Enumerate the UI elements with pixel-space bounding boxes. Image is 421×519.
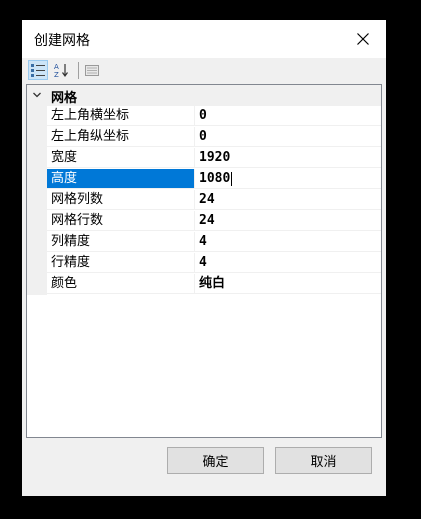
alphabetical-sort-button[interactable]: A Z (51, 60, 71, 80)
category-row[interactable]: 网格 (27, 85, 381, 106)
close-button[interactable] (340, 20, 386, 58)
property-name[interactable]: 颜色 (47, 274, 195, 294)
categorized-view-icon (31, 64, 45, 77)
row-gutter (27, 211, 47, 232)
property-row[interactable]: 左上角纵坐标 0 (27, 127, 381, 148)
category-label: 网格 (51, 91, 78, 106)
property-pages-icon (85, 65, 99, 76)
property-value-editor[interactable]: 1080 (195, 169, 381, 189)
property-value[interactable]: 0 (195, 127, 381, 147)
create-grid-dialog: 创建网格 A Z 网格 左上角横坐标 0 左上角纵坐标 0 宽度 1920 高度… (22, 20, 386, 496)
title-bar: 创建网格 (22, 20, 386, 58)
property-value[interactable]: 1920 (195, 148, 381, 168)
chevron-down-icon[interactable] (32, 90, 42, 100)
property-name[interactable]: 左上角横坐标 (47, 106, 195, 126)
svg-text:Z: Z (54, 71, 59, 78)
row-gutter (27, 169, 47, 190)
row-gutter (27, 232, 47, 253)
property-row[interactable]: 宽度 1920 (27, 148, 381, 169)
property-name[interactable]: 行精度 (47, 253, 195, 273)
svg-text:A: A (54, 63, 59, 71)
window-title: 创建网格 (34, 33, 90, 49)
property-row-selected[interactable]: 高度 1080 (27, 169, 381, 190)
close-icon (357, 33, 369, 45)
text-caret (231, 171, 233, 186)
property-row[interactable]: 列精度 4 (27, 232, 381, 253)
cancel-button[interactable]: 取消 (275, 447, 372, 474)
ok-button[interactable]: 确定 (167, 447, 264, 474)
alphabetical-sort-icon: A Z (54, 63, 68, 78)
property-row[interactable]: 颜色 纯白 (27, 274, 381, 295)
property-value[interactable]: 0 (195, 106, 381, 126)
property-row[interactable]: 左上角横坐标 0 (27, 106, 381, 127)
property-grid-toolbar: A Z (26, 58, 382, 84)
property-value[interactable]: 1080 (199, 171, 230, 186)
property-pages-button[interactable] (82, 60, 102, 80)
property-name[interactable]: 网格列数 (47, 190, 195, 210)
property-value[interactable]: 纯白 (195, 274, 381, 294)
property-name[interactable]: 左上角纵坐标 (47, 127, 195, 147)
row-gutter (27, 127, 47, 148)
row-gutter (27, 274, 47, 295)
property-row[interactable]: 行精度 4 (27, 253, 381, 274)
property-row[interactable]: 网格行数 24 (27, 211, 381, 232)
property-grid: 网格 左上角横坐标 0 左上角纵坐标 0 宽度 1920 高度 1080 网格列… (26, 84, 382, 438)
row-gutter (27, 190, 47, 211)
property-value[interactable]: 24 (195, 211, 381, 231)
property-name[interactable]: 宽度 (47, 148, 195, 168)
property-name[interactable]: 列精度 (47, 232, 195, 252)
property-value[interactable]: 24 (195, 190, 381, 210)
row-gutter (27, 106, 47, 127)
property-row[interactable]: 网格列数 24 (27, 190, 381, 211)
row-gutter (27, 253, 47, 274)
property-name[interactable]: 网格行数 (47, 211, 195, 231)
property-value[interactable]: 4 (195, 232, 381, 252)
row-gutter (27, 148, 47, 169)
property-value[interactable]: 4 (195, 253, 381, 273)
categorized-view-button[interactable] (28, 60, 48, 80)
property-name[interactable]: 高度 (47, 169, 195, 189)
toolbar-separator (78, 62, 79, 79)
